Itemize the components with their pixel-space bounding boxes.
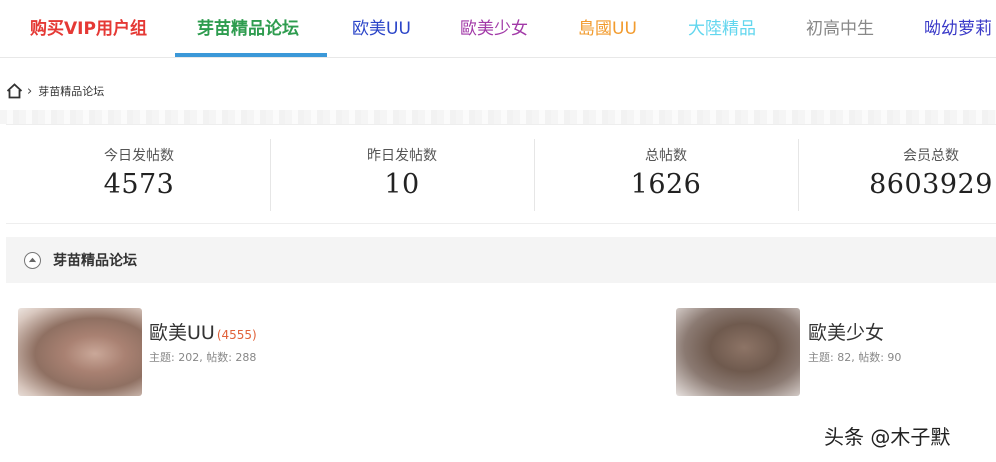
home-icon[interactable]	[6, 83, 23, 99]
stat-total-posts: 总帖数 1626	[534, 125, 798, 225]
tab-dalu-jingpin[interactable]: 大陸精品	[688, 0, 756, 58]
stat-value: 8603929	[869, 169, 993, 200]
forum-meta: 主题: 202, 帖数: 288	[149, 351, 257, 364]
tab-chugao-zhongsheng[interactable]: 初高中生	[806, 0, 874, 58]
stat-total-members: 会员总数 8603929	[798, 125, 996, 225]
forum-name-text[interactable]: 歐美UU	[149, 322, 215, 344]
stat-label: 昨日发帖数	[367, 148, 437, 164]
stat-label: 总帖数	[645, 148, 687, 164]
stat-label: 今日发帖数	[104, 148, 174, 164]
active-tab-indicator	[175, 53, 327, 57]
tab-youyou-luoli[interactable]: 呦幼萝莉	[924, 0, 992, 58]
watermark: 头条 @木子默	[824, 425, 951, 449]
decorative-band	[0, 110, 996, 124]
tab-yamiao-forum[interactable]: 芽苗精品论坛	[197, 0, 299, 58]
forum-meta: 主题: 82, 帖数: 90	[808, 351, 902, 364]
tab-oumei-uu[interactable]: 欧美UU	[352, 0, 411, 58]
stat-value: 4573	[103, 169, 175, 200]
tab-daoguo-uu[interactable]: 島國UU	[578, 0, 637, 58]
forum-name-text[interactable]: 歐美少女	[808, 322, 884, 344]
stat-today-posts: 今日发帖数 4573	[6, 125, 272, 225]
stat-label: 会员总数	[903, 148, 959, 164]
forum-thumbnail[interactable]	[18, 308, 142, 396]
section-title: 芽苗精品论坛	[53, 253, 137, 269]
breadcrumb-current[interactable]: 芽苗精品论坛	[38, 83, 104, 99]
tab-buy-vip[interactable]: 购买VIP用户组	[30, 0, 147, 58]
collapse-icon[interactable]	[24, 252, 41, 269]
forum-name[interactable]: 歐美UU (4555)	[149, 318, 257, 345]
stat-yesterday-posts: 昨日发帖数 10	[270, 125, 534, 225]
top-navigation: 购买VIP用户组 芽苗精品论坛 欧美UU 歐美少女 島國UU 大陸精品 初高中生…	[0, 0, 996, 58]
breadcrumb: › 芽苗精品论坛	[6, 80, 104, 102]
forum-item-oumei-shaonv[interactable]: 歐美少女 主题: 82, 帖数: 90	[676, 308, 996, 398]
tab-oumei-shaonv[interactable]: 歐美少女	[460, 0, 528, 58]
forum-item-oumei-uu[interactable]: 歐美UU (4555) 主题: 202, 帖数: 288	[18, 308, 418, 398]
stat-value: 10	[384, 169, 420, 200]
breadcrumb-separator: ›	[27, 83, 33, 99]
stats-panel: 今日发帖数 4573 昨日发帖数 10 总帖数 1626 会员总数 860392…	[6, 124, 996, 224]
stat-value: 1626	[630, 169, 702, 200]
forum-name[interactable]: 歐美少女	[808, 318, 884, 345]
forum-thumbnail[interactable]	[676, 308, 800, 396]
forum-section-header: 芽苗精品论坛	[6, 237, 996, 283]
forum-post-count: (4555)	[216, 328, 257, 342]
